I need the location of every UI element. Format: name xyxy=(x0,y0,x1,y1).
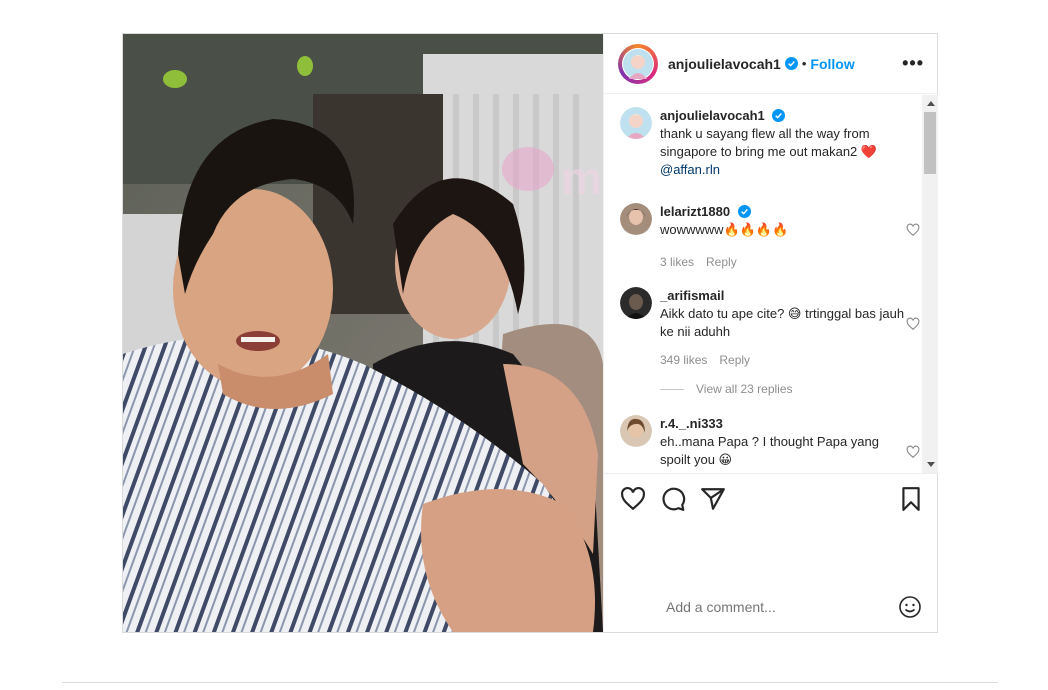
heart-icon[interactable] xyxy=(620,486,646,512)
caption: anjoulielavocah1 thank u sayang flew all… xyxy=(620,107,910,179)
scroll-down-arrow-icon[interactable] xyxy=(927,462,935,467)
author-avatar[interactable] xyxy=(618,43,658,84)
comment-username[interactable]: r.4._.ni333 xyxy=(660,416,723,431)
follow-button[interactable]: Follow xyxy=(810,56,854,72)
verified-badge-icon xyxy=(737,205,751,218)
comment-item: _arifismail Aikk dato tu ape cite? 😅 trt… xyxy=(620,287,920,369)
post-actions-bar xyxy=(620,486,922,514)
commenter-avatar[interactable] xyxy=(620,287,652,319)
commenter-avatar[interactable] xyxy=(620,203,652,235)
avatar-image xyxy=(623,48,653,79)
view-replies-text[interactable]: View all 23 replies xyxy=(696,382,793,396)
caption-mention-link[interactable]: @affan.rln xyxy=(660,162,720,177)
reply-button[interactable]: Reply xyxy=(719,353,750,367)
caption-text: thank u sayang flew all the way from sin… xyxy=(660,126,878,159)
share-icon[interactable] xyxy=(700,486,726,512)
instagram-post-embed: murai anjoulielavocah1 • Follow ••• anjo… xyxy=(122,33,938,633)
comment-text: wowwwww🔥🔥🔥🔥 xyxy=(660,222,789,237)
bookmark-icon[interactable] xyxy=(898,486,924,512)
reply-button[interactable]: Reply xyxy=(706,255,737,269)
comment-item: r.4._.ni333 eh..mana Papa ? I thought Pa… xyxy=(620,415,920,469)
scrollbar-thumb[interactable] xyxy=(924,112,936,174)
comment-username[interactable]: lelarizt1880 xyxy=(660,204,730,219)
scroll-up-arrow-icon[interactable] xyxy=(927,101,935,106)
comment-likes[interactable]: 349 likes xyxy=(660,353,707,367)
comment-likes[interactable]: 3 likes xyxy=(660,255,694,269)
comment-icon[interactable] xyxy=(660,486,686,512)
emoji-icon[interactable] xyxy=(898,595,922,619)
replies-divider-line xyxy=(660,388,684,390)
commenter-avatar[interactable] xyxy=(620,415,652,447)
comment-username[interactable]: _arifismail xyxy=(660,288,724,303)
comments-list[interactable]: anjoulielavocah1 thank u sayang flew all… xyxy=(604,95,938,474)
view-replies-link[interactable]: View all 23 replies xyxy=(660,382,793,396)
comment-like-heart-icon[interactable] xyxy=(906,317,920,331)
comment-item: lelarizt1880 wowwwww🔥🔥🔥🔥 3 likes Reply xyxy=(620,203,920,271)
add-comment-input[interactable] xyxy=(664,598,878,616)
caption-avatar[interactable] xyxy=(620,107,652,139)
selfie-photo: murai xyxy=(123,34,603,632)
post-photo[interactable]: murai xyxy=(123,34,603,632)
page-divider xyxy=(62,682,998,683)
author-username[interactable]: anjoulielavocah1 xyxy=(668,56,781,72)
verified-badge-icon xyxy=(772,109,786,122)
post-header: anjoulielavocah1 • Follow ••• xyxy=(604,34,938,94)
separator-dot: • xyxy=(801,56,807,71)
post-side-panel: anjoulielavocah1 • Follow ••• anjouliela… xyxy=(603,34,938,632)
comment-like-heart-icon[interactable] xyxy=(906,445,920,459)
comment-text: Aikk dato tu ape cite? 😅 trtinggal bas j… xyxy=(660,306,905,339)
add-comment-bar xyxy=(604,582,938,632)
comments-scrollbar[interactable] xyxy=(922,95,938,473)
comment-text: eh..mana Papa ? I thought Papa yang spoi… xyxy=(660,434,880,467)
comment-like-heart-icon[interactable] xyxy=(906,223,920,237)
more-options-icon[interactable]: ••• xyxy=(902,53,924,74)
caption-username[interactable]: anjoulielavocah1 xyxy=(660,108,765,123)
verified-badge-icon xyxy=(784,57,798,70)
svg-text:murai: murai xyxy=(561,152,603,204)
